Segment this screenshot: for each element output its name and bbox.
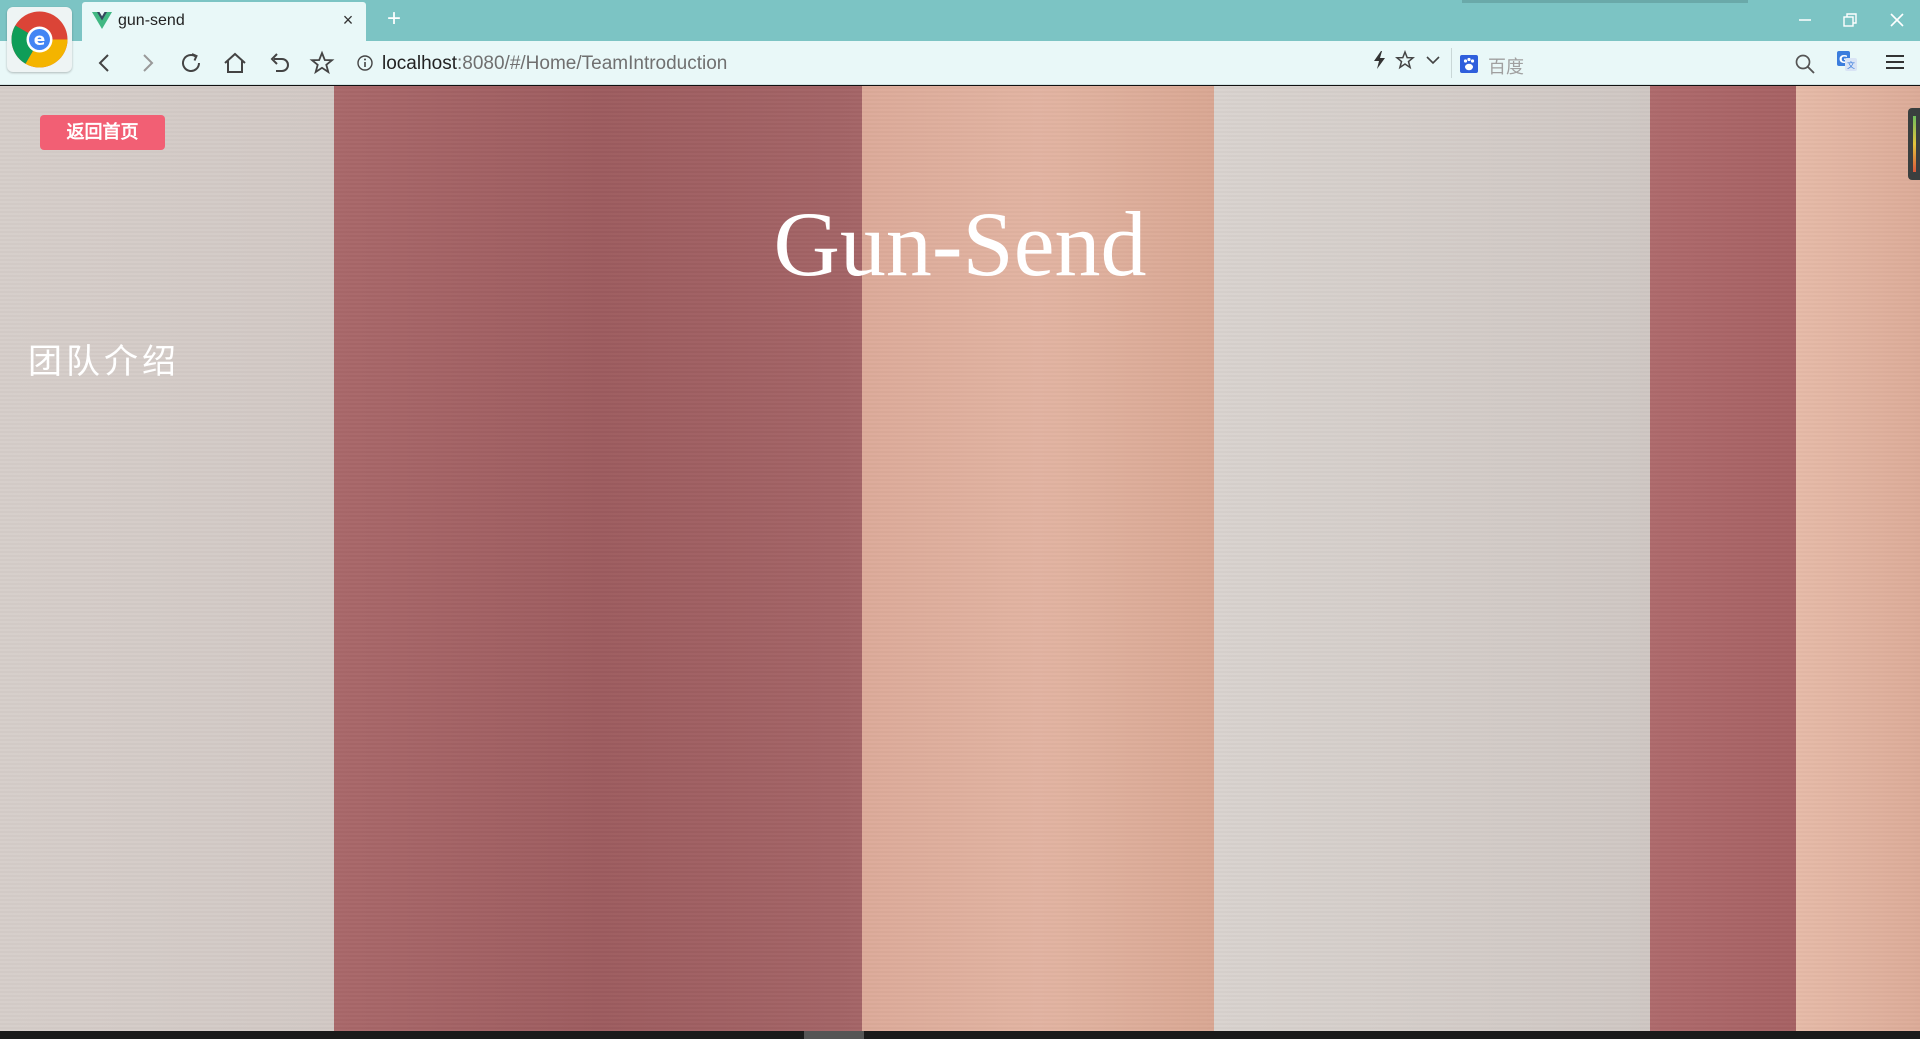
home-icon[interactable]	[222, 50, 248, 76]
lightning-icon[interactable]	[1370, 50, 1390, 70]
translate-icon[interactable]: G 文	[1836, 50, 1858, 72]
site-info-icon[interactable]	[357, 55, 373, 71]
vue-favicon-icon	[92, 12, 112, 29]
forward-icon[interactable]	[134, 50, 160, 76]
tab-title: gun-send	[118, 12, 185, 29]
browser-toolbar: localhost:8080/#/Home/TeamIntroduction 百…	[0, 41, 1920, 85]
browser-logo[interactable]: e	[7, 7, 72, 72]
side-scroll-indicator[interactable]	[1908, 108, 1920, 180]
window-restore-icon[interactable]	[1835, 6, 1865, 34]
baidu-paw-icon	[1460, 55, 1478, 73]
scrollbar-thumb[interactable]	[804, 1031, 864, 1039]
browser-titlebar: gun-send × +	[0, 0, 1920, 41]
browser-logo-icon: e	[11, 11, 68, 68]
svg-text:e: e	[34, 30, 46, 50]
brand-title: Gun-Send	[773, 193, 1147, 295]
search-box[interactable]: 百度	[1451, 48, 1815, 78]
back-icon[interactable]	[92, 50, 118, 76]
window-minimize-icon[interactable]	[1790, 6, 1820, 34]
bottom-scrollbar[interactable]	[0, 1031, 1920, 1039]
scroll-indicator-bar	[1913, 116, 1916, 172]
window-close-icon[interactable]	[1882, 6, 1912, 34]
favorites-star-icon[interactable]	[309, 50, 335, 76]
search-icon[interactable]	[1794, 53, 1816, 75]
page-viewport: 返回首页 Gun-Send 团队介绍	[0, 86, 1920, 1031]
browser-tab-active[interactable]: gun-send ×	[82, 2, 366, 41]
dropdown-chevron-icon[interactable]	[1423, 50, 1443, 70]
menu-hamburger-icon[interactable]	[1884, 52, 1906, 72]
back-to-home-button[interactable]: 返回首页	[40, 115, 165, 150]
url-path: :8080/#/Home/TeamIntroduction	[457, 53, 728, 74]
url-host: localhost	[382, 53, 457, 74]
address-bar[interactable]: localhost:8080/#/Home/TeamIntroduction	[350, 48, 1438, 78]
reload-icon[interactable]	[178, 50, 204, 76]
team-introduction-title: 团队介绍	[28, 342, 180, 382]
url-text[interactable]: localhost:8080/#/Home/TeamIntroduction	[382, 53, 727, 75]
undo-close-tab-icon[interactable]	[266, 50, 292, 76]
new-tab-icon[interactable]: +	[383, 7, 405, 32]
svg-text:文: 文	[1847, 60, 1855, 70]
bookmark-star-icon[interactable]	[1395, 50, 1415, 70]
search-placeholder: 百度	[1488, 57, 1524, 77]
titlebar-accent-strip	[1462, 0, 1748, 3]
tab-close-icon[interactable]: ×	[338, 10, 358, 30]
